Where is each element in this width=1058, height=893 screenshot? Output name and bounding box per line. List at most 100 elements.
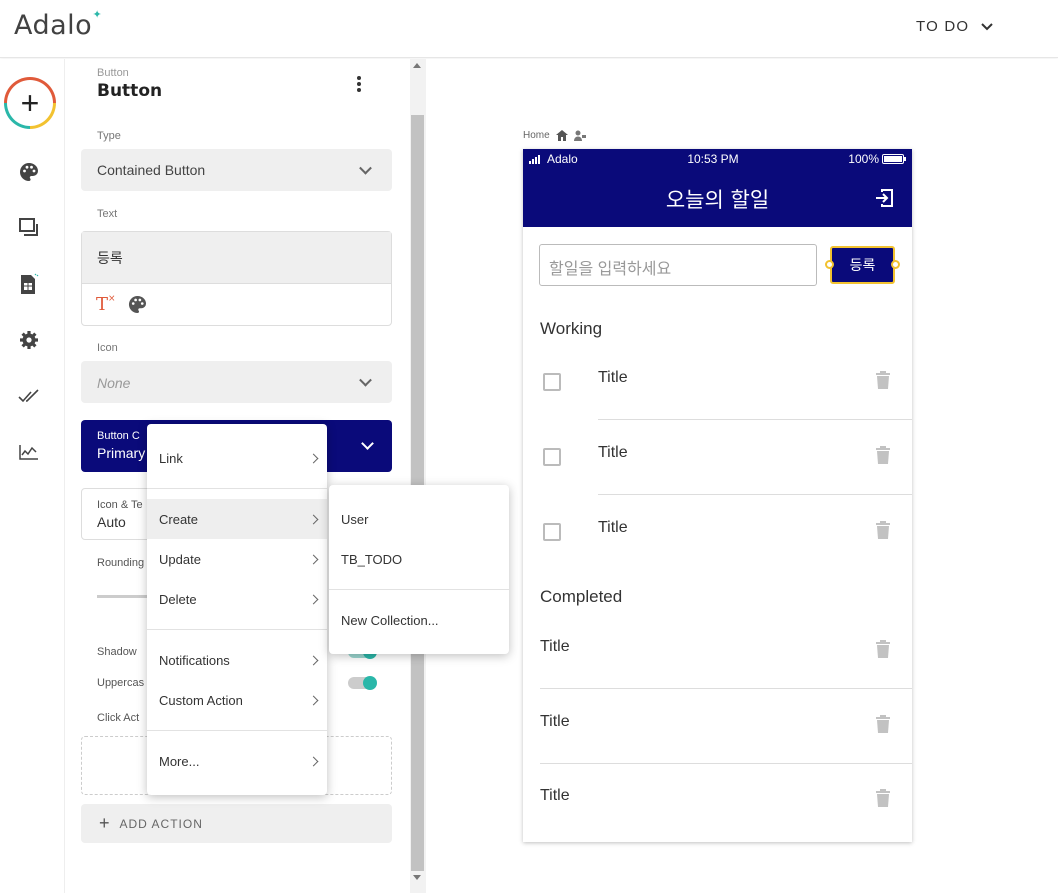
submenu-item-new-collection[interactable]: New Collection... [329, 600, 509, 640]
todo-title: Title [540, 713, 570, 730]
menu-item-link[interactable]: Link [147, 438, 327, 478]
app-bar: 오늘의 할일 [523, 169, 912, 227]
button-color-label: Button C [97, 430, 140, 442]
rounding-label: Rounding [97, 557, 145, 569]
trash-icon[interactable] [876, 715, 890, 733]
left-rail: + [0, 59, 65, 893]
trash-icon[interactable] [876, 789, 890, 807]
uppercase-label: Uppercas [97, 677, 145, 689]
menu-item-label: Create [159, 511, 199, 527]
project-menu[interactable]: TO DO [916, 18, 993, 35]
type-value: Contained Button [97, 162, 206, 178]
menu-item-label: Notifications [159, 652, 230, 668]
menu-item-more[interactable]: More... [147, 741, 327, 781]
carrier: Adalo [547, 152, 578, 166]
button-color-value: Primary [97, 445, 146, 461]
checkbox[interactable] [543, 373, 561, 391]
resize-handle-right[interactable] [891, 260, 900, 269]
menu-item-create[interactable]: Create [147, 499, 327, 539]
icon-label: Icon [97, 342, 118, 354]
analytics-icon[interactable] [18, 441, 40, 463]
type-label: Type [97, 130, 121, 142]
divider [147, 730, 327, 731]
chevron-right-icon [308, 695, 319, 705]
chevron-right-icon [308, 756, 319, 766]
checkbox[interactable] [543, 448, 561, 466]
divider [147, 488, 327, 489]
battery-icon [882, 154, 906, 164]
text-field: 등록 T× [81, 231, 392, 326]
action-menu: Link Create Update Delete Notifications … [147, 424, 327, 795]
panel-scrollbar[interactable] [410, 59, 426, 893]
project-name: TO DO [916, 18, 970, 35]
chevron-right-icon [308, 514, 319, 524]
chevron-right-icon [308, 554, 319, 564]
screens-icon[interactable] [18, 217, 40, 239]
rounding-slider[interactable] [97, 595, 147, 598]
add-action-button[interactable]: + ADD ACTION [81, 804, 392, 843]
menu-item-label: Delete [159, 591, 197, 607]
menu-item-delete[interactable]: Delete [147, 579, 327, 619]
component-name[interactable]: Button [97, 81, 162, 101]
text-input[interactable]: 등록 [82, 232, 391, 284]
chevron-down-icon [361, 437, 374, 450]
icon-text-value: Auto [97, 514, 126, 530]
menu-item-update[interactable]: Update [147, 539, 327, 579]
status-bar: Adalo 10:53 PM 100% [523, 149, 912, 169]
working-row[interactable]: Title [523, 420, 912, 495]
database-icon[interactable] [18, 273, 40, 295]
create-submenu: User TB_TODO New Collection... [329, 485, 509, 654]
screen-breadcrumb[interactable]: Home [523, 130, 586, 141]
more-vert-icon[interactable] [357, 76, 361, 92]
trash-icon[interactable] [876, 371, 890, 389]
chevron-down-icon [359, 161, 372, 175]
add-icon: + [7, 80, 53, 126]
add-action-label: ADD ACTION [119, 816, 203, 831]
menu-item-label: Update [159, 551, 201, 567]
signal-icon [529, 154, 540, 164]
chevron-down-icon [981, 22, 993, 30]
chevron-right-icon [308, 594, 319, 604]
uppercase-toggle[interactable] [348, 676, 377, 690]
completed-row[interactable]: Title [523, 614, 912, 689]
publish-icon[interactable] [18, 385, 40, 407]
palette-icon[interactable] [18, 161, 40, 183]
resize-handle-left[interactable] [825, 260, 834, 269]
submenu-item-user[interactable]: User [329, 499, 509, 539]
register-button[interactable]: 등록 [830, 246, 895, 284]
plus-icon: + [99, 813, 111, 833]
scroll-up-icon[interactable] [413, 63, 421, 68]
completed-row[interactable]: Title [523, 689, 912, 764]
divider [147, 629, 327, 630]
todo-title: Title [540, 787, 570, 804]
user-lock-icon [573, 130, 586, 141]
submenu-item-tb-todo[interactable]: TB_TODO [329, 539, 509, 579]
component-kind: Button [97, 67, 129, 79]
icon-select[interactable]: None [81, 361, 392, 403]
sparkle-icon: ✦ [92, 8, 103, 21]
menu-item-label: Custom Action [159, 692, 243, 708]
trash-icon[interactable] [876, 640, 890, 658]
menu-item-custom-action[interactable]: Custom Action [147, 680, 327, 720]
logout-icon[interactable] [874, 188, 894, 208]
todo-input[interactable]: 할일을 입력하세요 [539, 244, 817, 286]
completed-row[interactable]: Title [523, 763, 912, 838]
checkbox[interactable] [543, 523, 561, 541]
trash-icon[interactable] [876, 521, 890, 539]
gear-icon[interactable] [18, 329, 40, 351]
todo-title: Title [598, 519, 628, 536]
working-row[interactable]: Title [523, 495, 912, 570]
menu-item-label: Link [159, 450, 183, 466]
type-select[interactable]: Contained Button [81, 149, 392, 191]
magic-text-icon[interactable]: T× [96, 294, 116, 315]
adalo-logo[interactable]: Adalo ✦ [14, 8, 102, 41]
palette-icon[interactable] [128, 295, 147, 319]
add-component-button[interactable]: + [4, 77, 56, 129]
screen-name: Home [523, 130, 550, 141]
menu-item-notifications[interactable]: Notifications [147, 640, 327, 680]
chevron-right-icon [308, 655, 319, 665]
todo-title: Title [598, 369, 628, 386]
scroll-down-icon[interactable] [413, 875, 421, 880]
trash-icon[interactable] [876, 446, 890, 464]
working-row[interactable]: Title [523, 345, 912, 420]
